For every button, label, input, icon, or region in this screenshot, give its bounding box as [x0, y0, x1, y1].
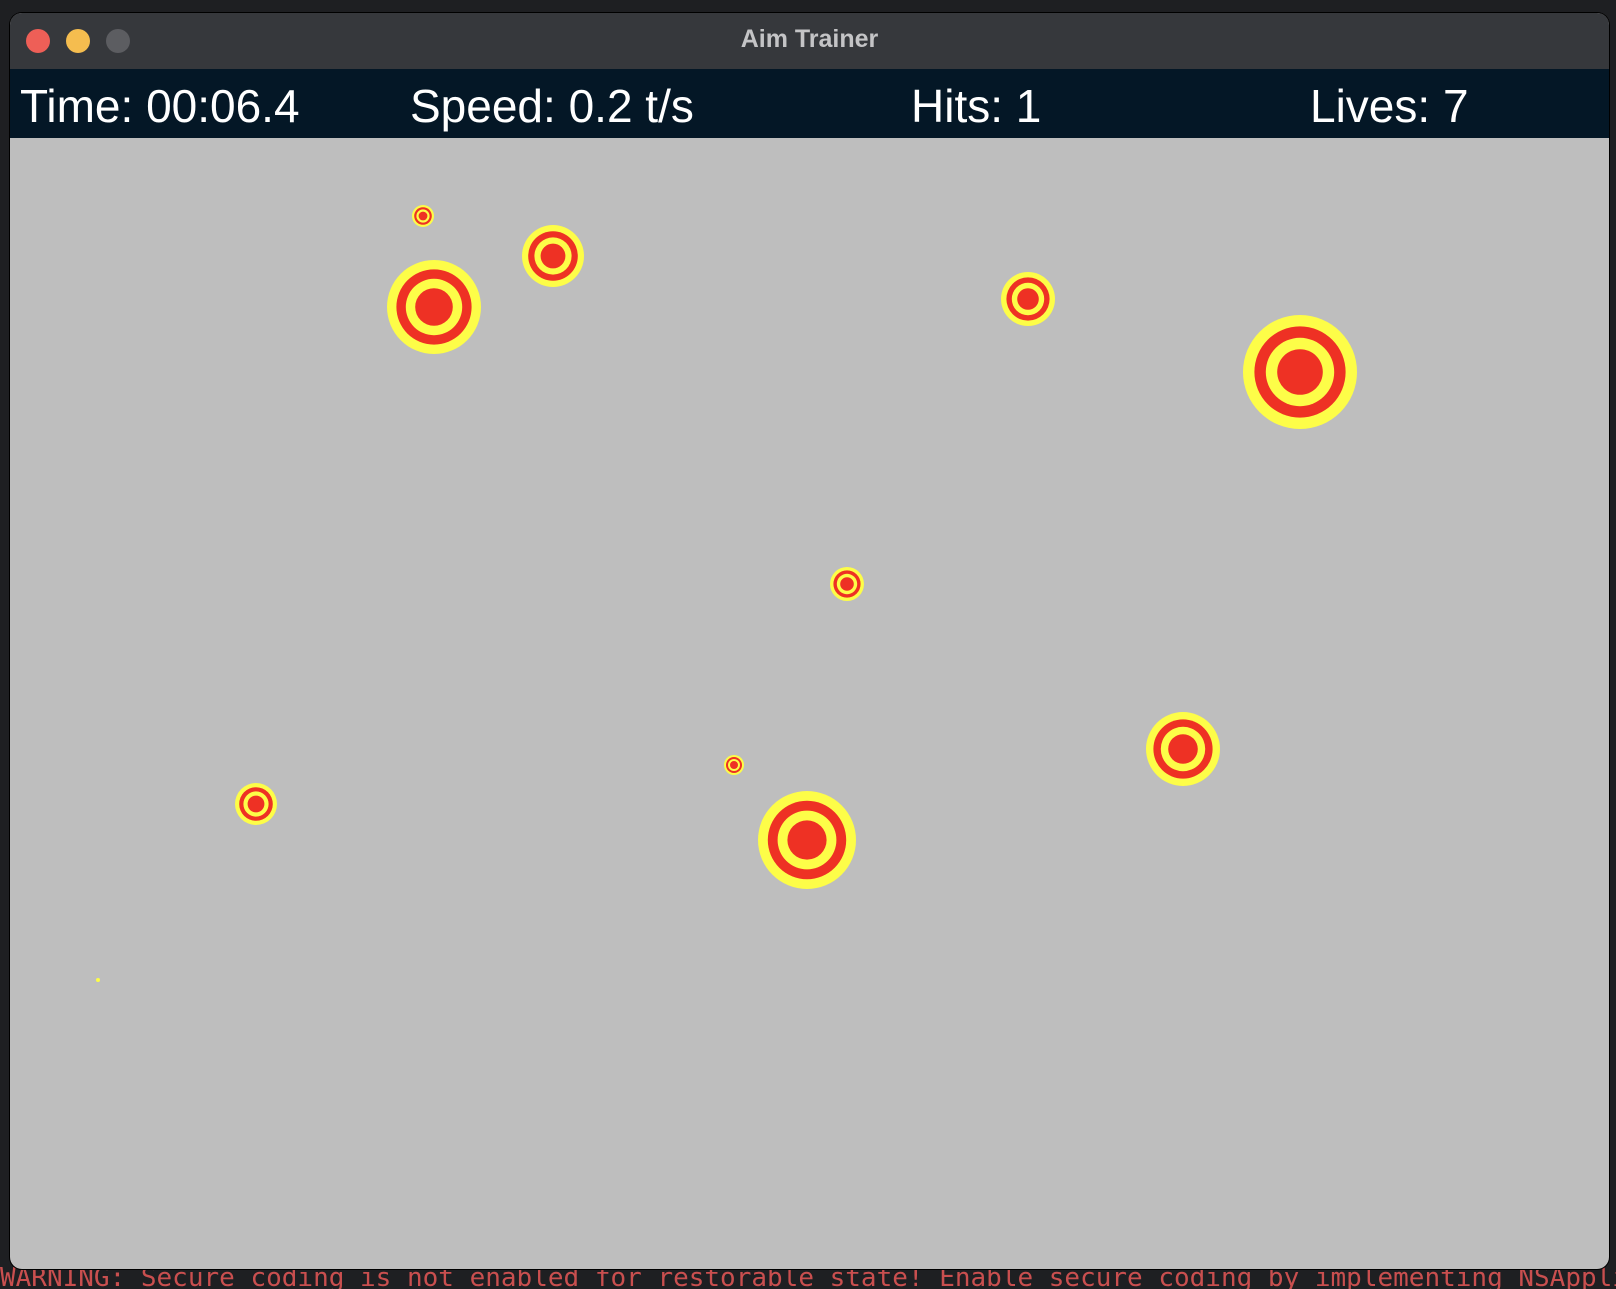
- window-title: Aim Trainer: [740, 25, 879, 53]
- target-9[interactable]: [1146, 712, 1220, 786]
- hud-bar: Time: 00:06.4 Speed: 0.2 t/s Hits: 1 Liv…: [10, 69, 1609, 138]
- target-5[interactable]: [1243, 315, 1357, 429]
- cursor-dot: [96, 978, 100, 982]
- target-1[interactable]: [412, 205, 434, 227]
- time-readout: Time: 00:06.4: [20, 80, 300, 132]
- target-6[interactable]: [830, 567, 864, 601]
- target-4[interactable]: [1001, 272, 1055, 326]
- hits-counter: Hits: 1: [911, 80, 1042, 132]
- lives-counter: Lives: 7: [1310, 80, 1469, 132]
- game-playfield[interactable]: [10, 138, 1609, 1269]
- target-7[interactable]: [724, 755, 744, 775]
- title-bar[interactable]: Aim Trainer: [10, 13, 1609, 70]
- aim-trainer-window: Aim Trainer Time: 00:06.4 Speed: 0.2 t/s…: [10, 13, 1609, 1269]
- targets-canvas[interactable]: [10, 138, 1609, 1269]
- target-8[interactable]: [758, 791, 856, 889]
- terminal-warning-line: WARNING: Secure coding is not enabled fo…: [0, 1267, 1616, 1289]
- target-2[interactable]: [522, 225, 584, 287]
- speed-readout: Speed: 0.2 t/s: [410, 80, 694, 132]
- target-3[interactable]: [387, 260, 481, 354]
- target-10[interactable]: [235, 783, 277, 825]
